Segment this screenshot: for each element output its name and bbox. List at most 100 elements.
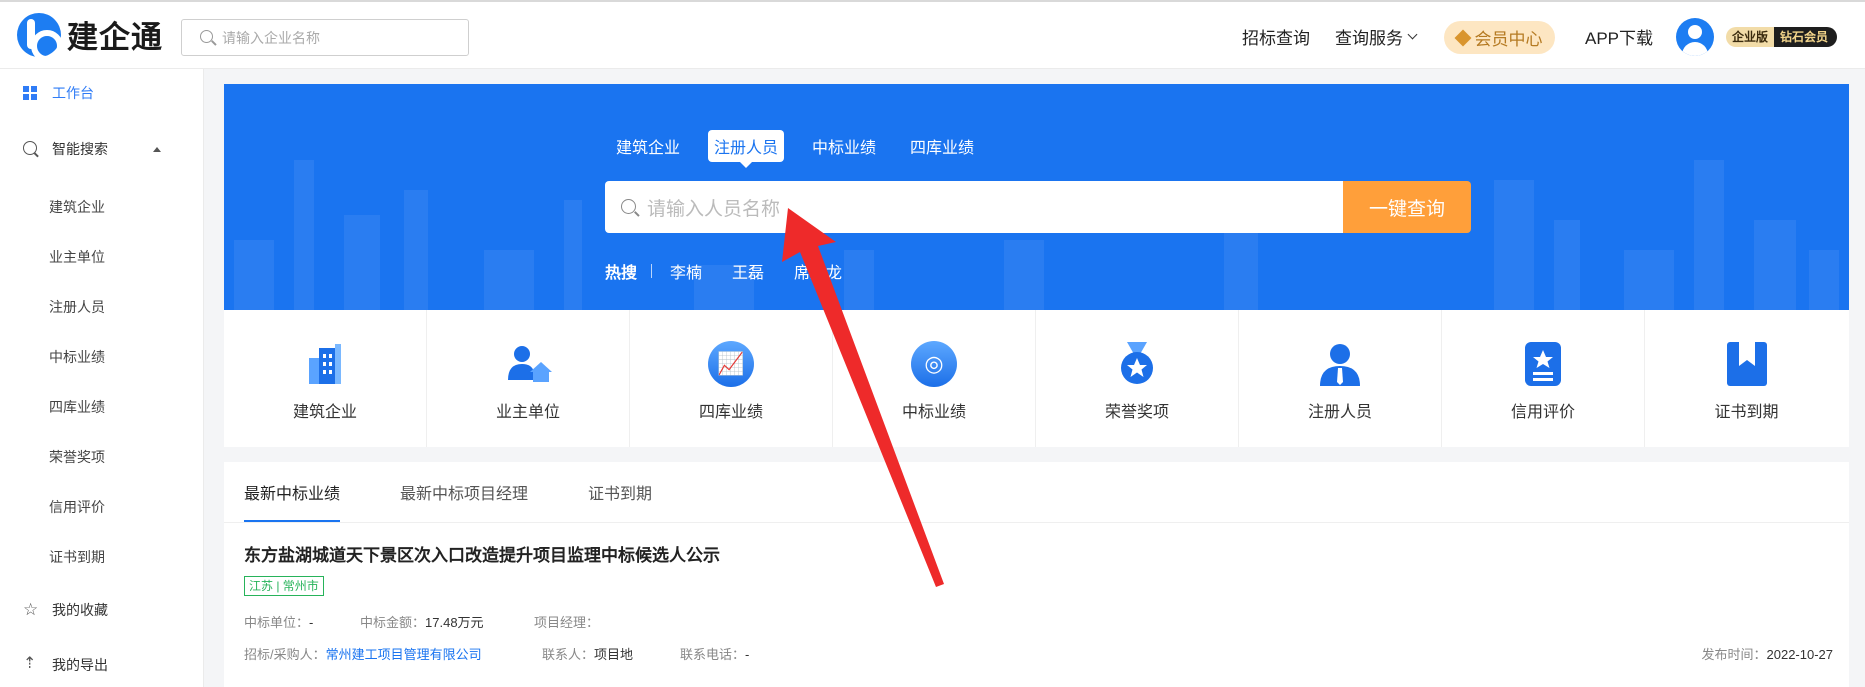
amount-value: 17.48万元 xyxy=(425,615,484,630)
shortcut-label: 四库业绩 xyxy=(698,404,763,421)
sidebar-sub-winning-bids[interactable]: 中标业绩 xyxy=(49,347,105,367)
tab-winning-bids[interactable]: 中标业绩 xyxy=(806,130,882,162)
logo-text: 建企通 xyxy=(67,20,163,55)
shortcut-owner[interactable]: 业主单位 xyxy=(427,310,630,447)
shortcut-construction[interactable]: 建筑企业 xyxy=(224,310,427,447)
one-click-search-button[interactable]: 一键查询 xyxy=(1343,181,1471,233)
nav-query-service[interactable]: 查询服务 xyxy=(1335,2,1418,71)
buyer-label: 招标/采购人： xyxy=(244,647,326,662)
vip-center-button[interactable]: 会员中心 xyxy=(1444,21,1555,54)
shortcut-label: 注册人员 xyxy=(1307,404,1372,421)
sidebar-label-exports: 我的导出 xyxy=(52,657,108,673)
skyline-decoration xyxy=(234,240,274,310)
nav-bid-label: 招标查询 xyxy=(1242,29,1310,48)
publish-date-value: 2022-10-27 xyxy=(1766,647,1834,662)
shortcut-row: 建筑企业 业主单位 📈 四库业绩 ◎ 中标业绩 荣誉奖项 注册人员 信用评价 证… xyxy=(224,310,1849,447)
app-download-label: APP下载 xyxy=(1585,29,1654,48)
skyline-decoration xyxy=(1494,180,1534,310)
badge-level: 钻石会员 xyxy=(1774,27,1838,47)
personnel-search-input[interactable]: 请输入人员名称 xyxy=(605,181,1343,233)
winner-value: - xyxy=(309,615,314,630)
hot-keyword[interactable]: 李楠 xyxy=(670,259,702,283)
sidebar-sub-cert-expiry[interactable]: 证书到期 xyxy=(49,547,105,567)
sidebar-sub-owner[interactable]: 业主单位 xyxy=(49,247,105,267)
tab-construction[interactable]: 建筑企业 xyxy=(610,130,686,162)
sidebar-sub-construction[interactable]: 建筑企业 xyxy=(49,197,105,217)
buyer-link[interactable]: 常州建工项目管理有限公司 xyxy=(326,647,482,662)
sidebar-item-workbench[interactable]: 工作台 xyxy=(0,83,204,103)
credit-board-icon xyxy=(1525,342,1561,386)
owner-house-icon xyxy=(508,346,552,382)
person-icon xyxy=(1320,344,1360,386)
medal-icon xyxy=(1121,342,1153,384)
hot-keyword[interactable]: 席亚龙 xyxy=(794,259,842,283)
shortcut-label: 证书到期 xyxy=(1714,404,1779,421)
buyer-field: 招标/采购人：常州建工项目管理有限公司 xyxy=(244,644,482,663)
company-search-input[interactable]: 请输入企业名称 xyxy=(181,19,469,56)
badge-enterprise: 企业版 xyxy=(1726,27,1775,47)
nav-bid-query[interactable]: 招标查询 xyxy=(1242,2,1310,71)
hot-keyword[interactable]: 王磊 xyxy=(732,259,764,283)
search-icon xyxy=(621,199,637,215)
shortcut-winning-bids[interactable]: ◎ 中标业绩 xyxy=(833,310,1036,447)
phone-value: - xyxy=(745,647,750,662)
sidebar-sub-registered[interactable]: 注册人员 xyxy=(49,297,105,317)
shortcut-credit[interactable]: 信用评价 xyxy=(1442,310,1645,447)
search-icon xyxy=(200,29,216,46)
shortcut-label: 荣誉奖项 xyxy=(1104,404,1169,421)
latest-results-panel: 最新中标业绩 最新中标项目经理 证书到期 东方盐湖城道天下景区次入口改造提升项目… xyxy=(224,462,1849,687)
skyline-decoration xyxy=(1809,250,1839,310)
skyline-decoration xyxy=(1004,240,1044,310)
member-level-badge[interactable]: 企业版 钻石会员 xyxy=(1726,27,1838,47)
sidebar-item-exports[interactable]: ⇡ 我的导出 xyxy=(0,655,204,675)
tab-latest-winning-bids[interactable]: 最新中标业绩 xyxy=(244,462,341,522)
shortcut-label: 建筑企业 xyxy=(292,404,357,421)
project-manager-label: 项目经理： xyxy=(534,615,600,630)
hot-search-row: 热搜 李楠 王磊 席亚龙 xyxy=(605,259,872,283)
chevron-down-icon xyxy=(1407,29,1418,39)
caret-up-icon xyxy=(153,147,161,152)
tab-four-database[interactable]: 四库业绩 xyxy=(904,130,980,162)
skyline-decoration xyxy=(484,250,534,310)
contact-field: 联系人：项目地 xyxy=(542,644,633,663)
sidebar-label-smart-search: 智能搜索 xyxy=(52,141,108,157)
hot-search-label: 热搜 xyxy=(605,265,638,282)
chart-up-icon: 📈 xyxy=(707,340,755,388)
sidebar-label-workbench: 工作台 xyxy=(52,85,94,101)
publish-date-label: 发布时间： xyxy=(1701,647,1767,662)
amount-field: 中标金额：17.48万元 xyxy=(360,612,484,631)
tab-latest-project-managers[interactable]: 最新中标项目经理 xyxy=(400,462,528,522)
result-title-link[interactable]: 东方盐湖城道天下景区次入口改造提升项目监理中标候选人公示 xyxy=(244,541,720,566)
shortcut-label: 业主单位 xyxy=(495,404,560,421)
search-category-tabs: 建筑企业 注册人员 中标业绩 四库业绩 xyxy=(610,130,1002,168)
sidebar-sub-honors[interactable]: 荣誉奖项 xyxy=(49,447,105,467)
vip-center-label: 会员中心 xyxy=(1474,30,1543,49)
skyline-decoration xyxy=(294,160,314,310)
tab-registered-personnel[interactable]: 注册人员 xyxy=(708,130,785,168)
app-download-link[interactable]: APP下载 xyxy=(1585,2,1653,71)
sidebar-sub-four-database[interactable]: 四库业绩 xyxy=(49,397,105,417)
user-avatar[interactable] xyxy=(1676,18,1714,56)
sidebar-sub-credit[interactable]: 信用评价 xyxy=(49,497,105,517)
logo[interactable]: 建企通 xyxy=(17,12,163,62)
sidebar-item-favorites[interactable]: ☆ 我的收藏 xyxy=(0,600,204,620)
sidebar-item-smart-search[interactable]: 智能搜索 xyxy=(0,139,204,159)
search-icon xyxy=(23,141,39,157)
sidebar: 工作台 智能搜索 建筑企业 业主单位 注册人员 中标业绩 四库业绩 荣誉奖项 信… xyxy=(0,69,204,687)
tab-cert-expiry[interactable]: 证书到期 xyxy=(588,462,652,522)
amount-label: 中标金额： xyxy=(360,615,426,630)
project-manager-field: 项目经理： xyxy=(534,612,599,631)
sidebar-label-favorites: 我的收藏 xyxy=(52,602,108,618)
shortcut-label: 中标业绩 xyxy=(901,404,966,421)
divider xyxy=(224,522,1849,523)
shortcut-label: 信用评价 xyxy=(1510,404,1575,421)
shortcut-four-database[interactable]: 📈 四库业绩 xyxy=(630,310,833,447)
shortcut-cert-expiry[interactable]: 证书到期 xyxy=(1645,310,1848,447)
shortcut-registered[interactable]: 注册人员 xyxy=(1239,310,1442,447)
diamond-icon xyxy=(1454,29,1471,46)
skyline-decoration xyxy=(1224,230,1258,310)
phone-field: 联系电话：- xyxy=(680,644,749,663)
phone-label: 联系电话： xyxy=(680,647,746,662)
logo-icon xyxy=(17,12,63,62)
shortcut-honors[interactable]: 荣誉奖项 xyxy=(1036,310,1239,447)
